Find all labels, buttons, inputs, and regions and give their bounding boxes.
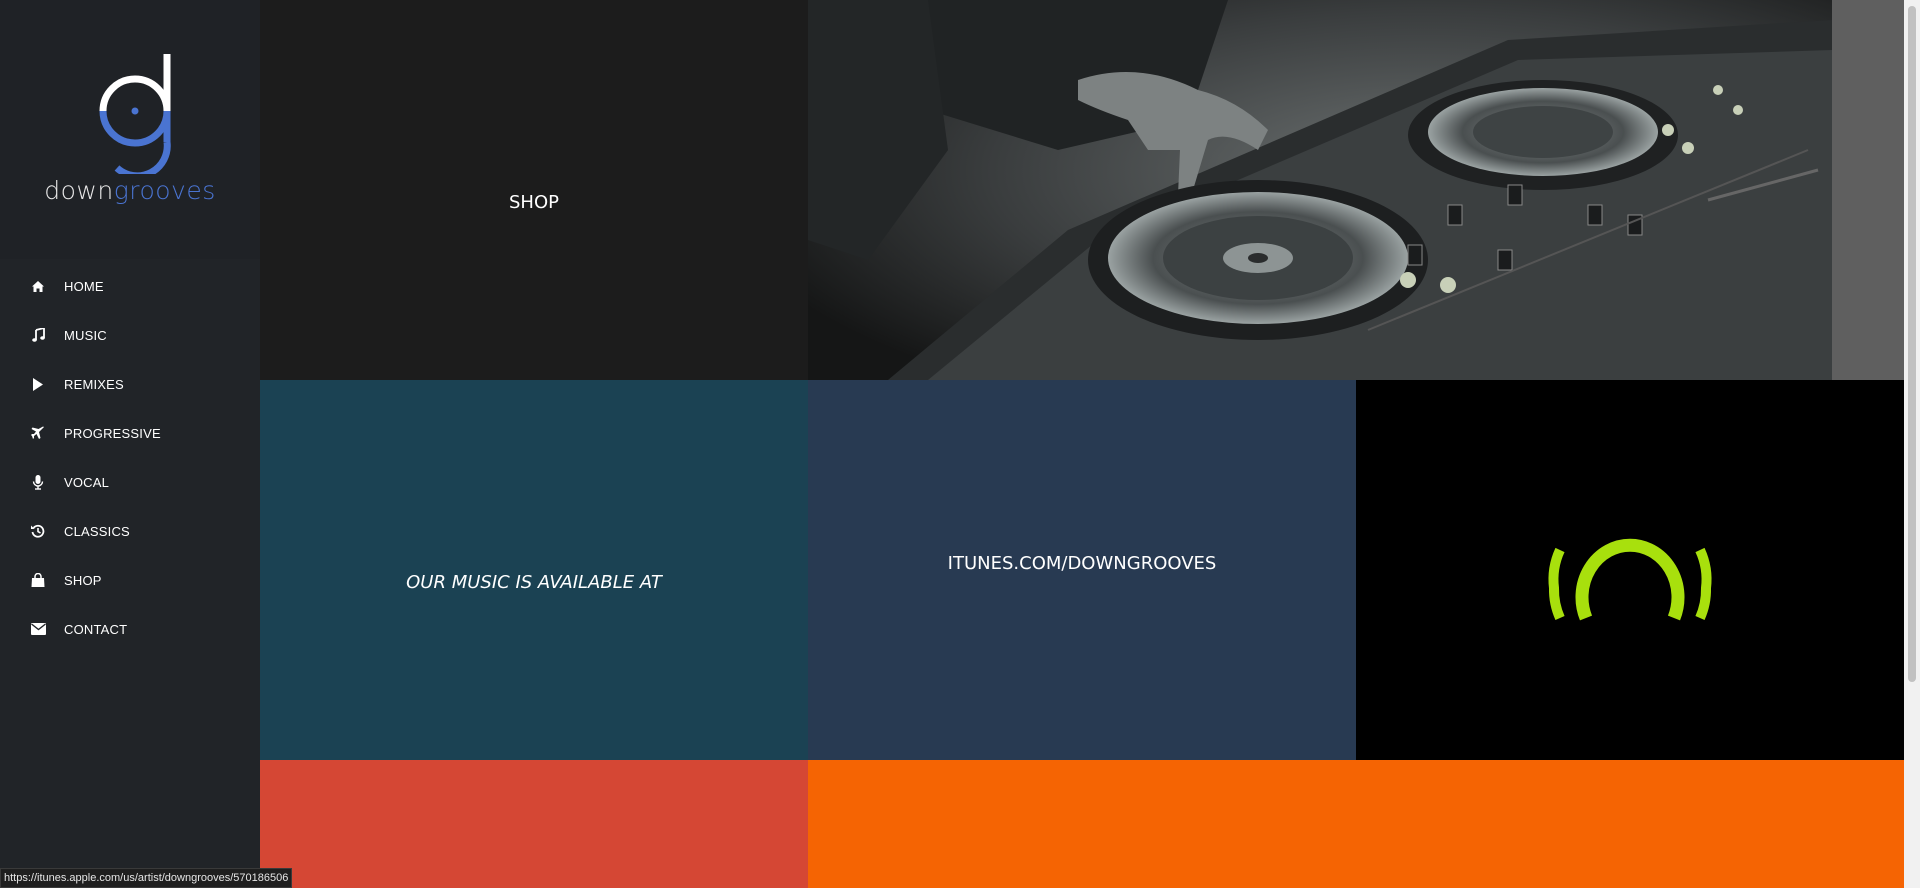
shop-tile[interactable]: SHOP [260,0,808,380]
sidebar-item-label: CLASSICS [64,523,130,539]
available-at-label: OUR MUSIC IS AVAILABLE AT [406,572,662,593]
sidebar-item-label: CONTACT [64,621,128,637]
sidebar-item-shop[interactable]: SHOP [0,560,260,600]
red-tile[interactable] [260,760,808,888]
sidebar-item-music[interactable]: MUSIC [0,315,260,355]
downgrooves-logo-icon [99,54,171,174]
sidebar-item-label: REMIXES [64,376,124,392]
dj-turntable-image [808,0,1832,380]
orange-tile[interactable] [808,760,1904,888]
sidebar-item-progressive[interactable]: PROGRESSIVE [0,413,260,453]
sidebar-item-label: MUSIC [64,327,107,343]
envelope-icon [30,621,46,637]
beatport-tile[interactable] [1356,380,1904,760]
sidebar-item-remixes[interactable]: REMIXES [0,364,260,404]
history-icon [30,523,46,539]
itunes-link-label: ITUNES.COM/DOWNGROOVES [947,553,1217,574]
play-icon [30,376,46,392]
sidebar-item-contact[interactable]: CONTACT [0,609,260,649]
grey-side-tile [1832,0,1904,380]
logo-text-down: down [44,176,114,205]
beatport-logo-icon [1548,538,1712,621]
sidebar-item-label: PROGRESSIVE [64,425,161,441]
shop-tile-label: SHOP [509,192,559,213]
sidebar-item-vocal[interactable]: VOCAL [0,462,260,502]
sidebar-item-label: SHOP [64,572,102,588]
dj-turntable-illustration [808,0,1832,380]
browser-status-url: https://itunes.apple.com/us/artist/downg… [0,868,293,888]
music-note-icon [30,327,46,343]
scrollbar-thumb[interactable] [1908,6,1916,682]
itunes-tile[interactable]: ITUNES.COM/DOWNGROOVES [808,380,1356,760]
vertical-scrollbar[interactable] [1904,0,1920,888]
sidebar-item-label: HOME [64,278,104,294]
sidebar-item-label: VOCAL [64,474,110,490]
shopping-bag-icon [30,572,46,588]
sidebar-item-home[interactable]: HOME [0,266,260,306]
logo-area[interactable]: downgrooves [0,0,260,259]
logo-wordmark: downgrooves [0,176,260,205]
microphone-icon [30,474,46,490]
available-at-tile: OUR MUSIC IS AVAILABLE AT [260,380,808,760]
plane-icon [30,425,46,441]
logo-text-grooves: grooves [113,176,216,205]
sidebar: downgrooves HOME MUSIC REMIXES PROGRESSI… [0,0,260,888]
sidebar-item-classics[interactable]: CLASSICS [0,511,260,551]
home-icon [30,278,46,294]
